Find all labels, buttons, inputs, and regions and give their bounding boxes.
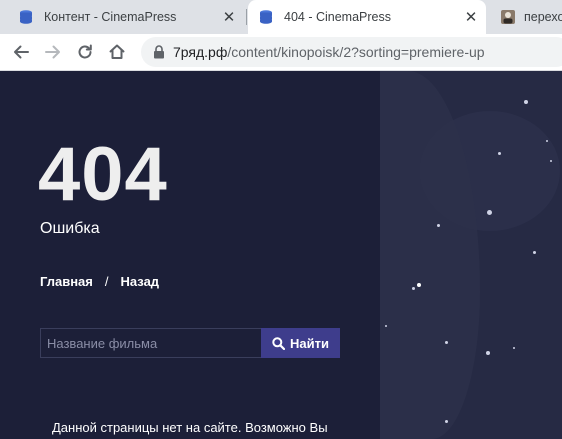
home-link[interactable]: Главная <box>40 274 93 289</box>
url-path: /content/kinopoisk/2?sorting=premiere-up <box>227 44 485 60</box>
cinemapress-db-icon <box>20 10 32 24</box>
search-form: Найти <box>40 328 340 358</box>
url-host: 7ряд.рф <box>173 44 228 60</box>
close-tab-icon[interactable]: ✕ <box>462 8 480 26</box>
not-found-message: Данной страницы нет на сайте. Возможно В… <box>52 420 328 435</box>
tab-separator <box>246 9 247 25</box>
close-tab-icon[interactable]: ✕ <box>220 8 238 26</box>
lock-icon[interactable] <box>153 45 165 59</box>
star <box>546 140 548 142</box>
avatar-icon <box>501 10 515 24</box>
star <box>445 420 448 423</box>
back-button[interactable] <box>8 39 34 65</box>
error-label: Ошибка <box>40 220 100 237</box>
tab-perekhod[interactable]: переход <box>488 0 562 34</box>
space-background-image <box>380 71 562 439</box>
cinemapress-db-icon <box>260 10 272 24</box>
forward-button[interactable] <box>40 39 66 65</box>
reload-icon <box>78 44 92 59</box>
tab-title: переход <box>524 10 562 24</box>
search-button-label: Найти <box>290 335 329 351</box>
star <box>412 287 415 290</box>
error-code: 404 <box>38 132 168 217</box>
star <box>524 100 528 104</box>
star <box>445 341 448 344</box>
nav-separator: / <box>104 274 109 289</box>
reload-button[interactable] <box>72 39 98 65</box>
arrow-right-icon <box>45 45 60 59</box>
tab-content-cinemapress[interactable]: Контент - CinemaPress ✕ <box>0 0 244 34</box>
star <box>486 351 490 355</box>
tab-title: 404 - CinemaPress <box>284 10 391 24</box>
error-page: 404 Ошибка Главная / Назад Найти Данной … <box>0 71 562 439</box>
tab-strip: Контент - CinemaPress ✕ 404 - CinemaPres… <box>0 0 562 34</box>
star <box>417 283 421 287</box>
star <box>533 251 536 254</box>
browser-toolbar: 7ряд.рф/content/kinopoisk/2?sorting=prem… <box>0 34 562 71</box>
home-button[interactable] <box>104 39 130 65</box>
star <box>385 325 387 327</box>
search-icon <box>272 336 286 350</box>
address-bar[interactable]: 7ряд.рф/content/kinopoisk/2?sorting=prem… <box>141 37 562 67</box>
star <box>487 210 492 215</box>
back-link[interactable]: Назад <box>121 274 160 289</box>
search-button[interactable]: Найти <box>261 328 340 358</box>
arrow-left-icon <box>14 45 29 59</box>
url-text: 7ряд.рф/content/kinopoisk/2?sorting=prem… <box>173 44 485 60</box>
star <box>437 224 440 227</box>
tab-404-cinemapress[interactable]: 404 - CinemaPress ✕ <box>248 0 486 34</box>
star <box>513 347 515 349</box>
search-input[interactable] <box>40 328 261 358</box>
tab-title: Контент - CinemaPress <box>44 10 177 24</box>
home-icon <box>109 44 125 59</box>
star <box>498 152 501 155</box>
error-nav: Главная / Назад <box>40 274 159 289</box>
star <box>550 160 552 162</box>
